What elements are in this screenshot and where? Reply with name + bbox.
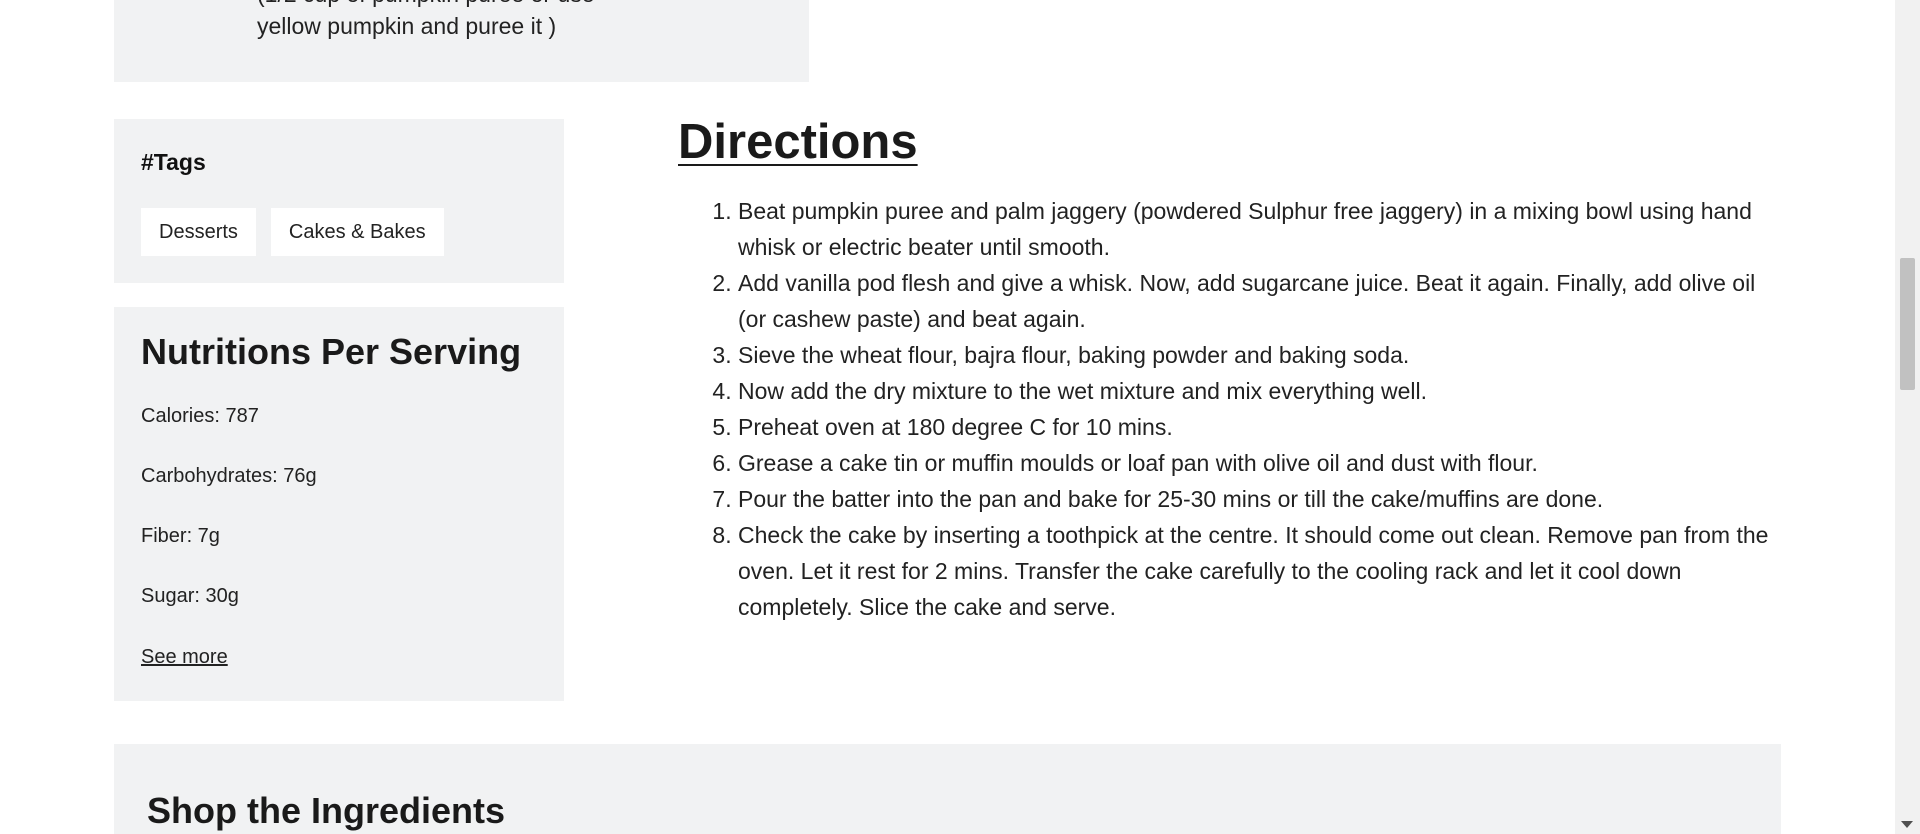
ingredient-line: yellow pumpkin and puree it ) [257, 13, 557, 39]
shop-ingredients-panel: Shop the Ingredients [114, 744, 1781, 834]
nutrition-calories: Calories: 787 [141, 405, 259, 427]
tags-title: #Tags [141, 149, 206, 175]
scroll-down-arrow-icon[interactable] [1901, 821, 1913, 828]
nutrition-carbohydrates: Carbohydrates: 76g [141, 465, 317, 487]
nutrition-sugar: Sugar: 30g [141, 585, 239, 607]
shop-ingredients-title: Shop the Ingredients [147, 790, 506, 831]
nutrition-fiber: Fiber: 7g [141, 525, 220, 547]
scrollbar-thumb[interactable] [1900, 258, 1915, 390]
directions-section: Directions Beat pumpkin puree and palm j… [678, 112, 1778, 625]
direction-step: Check the cake by inserting a toothpick … [738, 517, 1778, 625]
direction-step: Sieve the wheat flour, bajra flour, baki… [738, 337, 1778, 373]
see-more-link[interactable]: See more [141, 646, 228, 669]
direction-step: Preheat oven at 180 degree C for 10 mins… [738, 409, 1778, 445]
tag-list: Desserts Cakes & Bakes [141, 208, 444, 256]
direction-step: Grease a cake tin or muffin moulds or lo… [738, 445, 1778, 481]
recipe-page: (1/2 cup of pumpkin puree or use yellow … [0, 0, 1920, 834]
ingredients-panel: (1/2 cup of pumpkin puree or use yellow … [114, 0, 809, 82]
tag-desserts[interactable]: Desserts [141, 208, 256, 256]
direction-step: Add vanilla pod flesh and give a whisk. … [738, 265, 1778, 337]
tag-cakes-bakes[interactable]: Cakes & Bakes [270, 208, 444, 256]
vertical-scrollbar[interactable] [1895, 0, 1920, 834]
directions-title: Directions [678, 115, 918, 169]
nutrition-panel: Nutritions Per Serving Calories: 787 Car… [114, 307, 564, 701]
direction-step: Beat pumpkin puree and palm jaggery (pow… [738, 193, 1778, 265]
tags-panel: #Tags Desserts Cakes & Bakes [114, 119, 564, 283]
nutrition-title: Nutritions Per Serving [141, 331, 522, 372]
direction-step: Pour the batter into the pan and bake fo… [738, 481, 1778, 517]
direction-step: Now add the dry mixture to the wet mixtu… [738, 373, 1778, 409]
directions-list: Beat pumpkin puree and palm jaggery (pow… [678, 193, 1778, 625]
